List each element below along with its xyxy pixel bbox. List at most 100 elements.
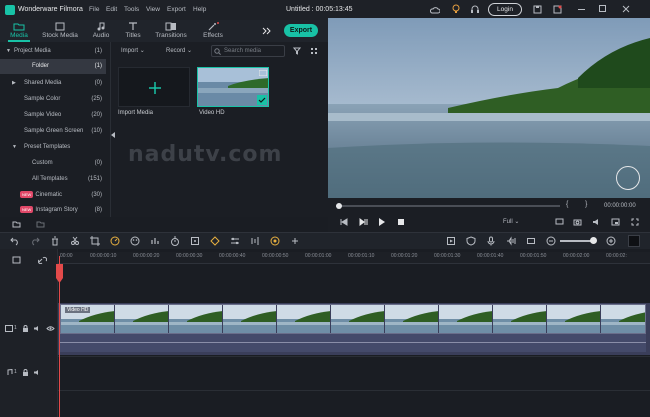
- auto-reframe-icon[interactable]: [270, 236, 280, 246]
- panel-layout-button[interactable]: [628, 235, 640, 247]
- zoom-out-icon[interactable]: [546, 236, 556, 246]
- adjust-icon[interactable]: [230, 236, 240, 246]
- speaker-icon[interactable]: [33, 325, 41, 332]
- maximize-icon[interactable]: [599, 5, 606, 12]
- add-track-icon[interactable]: [12, 256, 21, 264]
- voiceover-icon[interactable]: [506, 236, 516, 246]
- undo-icon[interactable]: [10, 236, 20, 246]
- timer-icon[interactable]: [170, 236, 180, 246]
- speed-icon[interactable]: [110, 236, 120, 246]
- playback-progress-bar[interactable]: [336, 205, 560, 207]
- split-audio-icon[interactable]: [250, 236, 260, 246]
- redo-icon[interactable]: [30, 236, 40, 246]
- close-icon[interactable]: [622, 5, 630, 13]
- tree-item-shared-media[interactable]: ▶ Shared Media (0): [0, 76, 106, 91]
- audio-mixer-icon[interactable]: [150, 236, 160, 246]
- tab-media[interactable]: Media: [5, 20, 33, 42]
- login-button[interactable]: Login: [488, 3, 522, 16]
- search-input[interactable]: Search media: [211, 45, 285, 57]
- crop-icon[interactable]: [90, 236, 100, 246]
- tab-stock-media[interactable]: Stock Media: [40, 20, 80, 42]
- menu-file[interactable]: File: [89, 6, 99, 13]
- folder-icon: [13, 23, 25, 31]
- quality-dropdown[interactable]: Full ⌄: [503, 218, 519, 225]
- search-icon: [214, 48, 221, 55]
- delete-icon[interactable]: [50, 236, 60, 246]
- fullscreen-icon[interactable]: [631, 218, 639, 226]
- record-dropdown[interactable]: Record ⌄: [166, 45, 192, 57]
- play-reverse-icon[interactable]: [359, 218, 368, 226]
- headset-icon[interactable]: [470, 4, 480, 14]
- tree-item-folder[interactable]: Folder (1): [0, 59, 106, 74]
- minimize-icon[interactable]: [578, 9, 585, 10]
- import-media-label: Import Media: [118, 110, 154, 116]
- filter-icon[interactable]: [293, 47, 301, 55]
- tree-item-all-templates[interactable]: All Templates (151): [0, 172, 106, 187]
- pip-icon[interactable]: [611, 218, 620, 226]
- more-tabs-icon[interactable]: [262, 27, 271, 35]
- volume-icon[interactable]: [592, 218, 601, 226]
- eye-icon[interactable]: [46, 325, 55, 332]
- video-hd-thumbnail[interactable]: [197, 67, 269, 107]
- idea-bulb-icon[interactable]: [451, 4, 461, 14]
- tab-titles[interactable]: Titles: [122, 20, 144, 42]
- import-media-card[interactable]: [118, 67, 190, 107]
- playhead-handle[interactable]: [55, 264, 64, 284]
- collapse-panel-icon[interactable]: [111, 132, 116, 138]
- new-folder-icon[interactable]: [12, 220, 21, 228]
- camera-icon[interactable]: [573, 218, 582, 226]
- progress-handle[interactable]: [336, 203, 342, 209]
- lock-icon[interactable]: [22, 325, 29, 332]
- tree-item-sample-color[interactable]: Sample Color (25): [0, 92, 106, 107]
- monitor-icon[interactable]: [555, 218, 564, 226]
- zoom-slider-handle[interactable]: [590, 237, 597, 244]
- import-dropdown[interactable]: Import ⌄: [121, 45, 145, 57]
- tree-item-sample-green-screen[interactable]: Sample Green Screen (10): [0, 124, 106, 139]
- chevron-down-icon: ⌄: [139, 48, 145, 54]
- tree-item-project-media[interactable]: ▼ Project Media (1): [0, 44, 106, 59]
- stop-icon[interactable]: [397, 218, 405, 226]
- tab-effects[interactable]: Effects: [200, 20, 226, 42]
- ruler-tick: 00:00:01:00: [305, 253, 332, 259]
- tab-audio[interactable]: Audio: [90, 20, 112, 42]
- ruler-tick: 00:00:02:00: [563, 253, 590, 259]
- microphone-icon[interactable]: [486, 236, 496, 246]
- grid-view-icon[interactable]: [310, 47, 318, 55]
- tab-transitions[interactable]: Transitions: [154, 20, 188, 42]
- cloud-icon[interactable]: [430, 5, 440, 14]
- menu-help[interactable]: Help: [193, 6, 206, 13]
- folder-outline-icon[interactable]: [36, 220, 45, 228]
- stabilize-icon[interactable]: [290, 236, 300, 246]
- cut-icon[interactable]: [70, 236, 80, 246]
- transform-icon[interactable]: [190, 236, 200, 246]
- snapshot-icon[interactable]: [526, 236, 536, 246]
- zoom-in-icon[interactable]: [606, 236, 616, 246]
- menu-view[interactable]: View: [146, 6, 160, 13]
- export-button[interactable]: Export: [284, 24, 318, 37]
- tree-item-preset-templates[interactable]: ▼ Preset Templates: [0, 140, 106, 155]
- menu-edit[interactable]: Edit: [106, 6, 117, 13]
- mark-in-icon[interactable]: {: [566, 201, 568, 208]
- keyframe-icon[interactable]: [210, 236, 220, 246]
- menu-tools[interactable]: Tools: [124, 6, 139, 13]
- link-icon[interactable]: [38, 256, 47, 264]
- track-divider: [58, 356, 650, 357]
- notification-icon[interactable]: [553, 5, 562, 14]
- tree-item-instagram-story[interactable]: NEW Instagram Story (8): [0, 203, 106, 218]
- tree-item-sample-video[interactable]: Sample Video (20): [0, 108, 106, 123]
- video-clip[interactable]: Video HD: [60, 304, 646, 334]
- save-icon[interactable]: [533, 5, 542, 14]
- mark-out-icon[interactable]: }: [585, 201, 587, 208]
- render-icon[interactable]: [446, 236, 456, 246]
- color-icon[interactable]: [130, 236, 140, 246]
- play-icon[interactable]: [378, 218, 386, 226]
- lock-icon[interactable]: [22, 369, 29, 376]
- tree-item-custom[interactable]: Custom (0): [0, 156, 106, 171]
- shield-icon[interactable]: [466, 236, 476, 246]
- step-back-icon[interactable]: [339, 218, 348, 226]
- caret-down-icon: ▼: [12, 144, 17, 150]
- menu-export[interactable]: Export: [167, 6, 186, 13]
- tree-item-cinematic[interactable]: NEW Cinematic (30): [0, 188, 106, 203]
- speaker-icon[interactable]: [33, 369, 41, 376]
- video-track-number: 1: [14, 325, 17, 331]
